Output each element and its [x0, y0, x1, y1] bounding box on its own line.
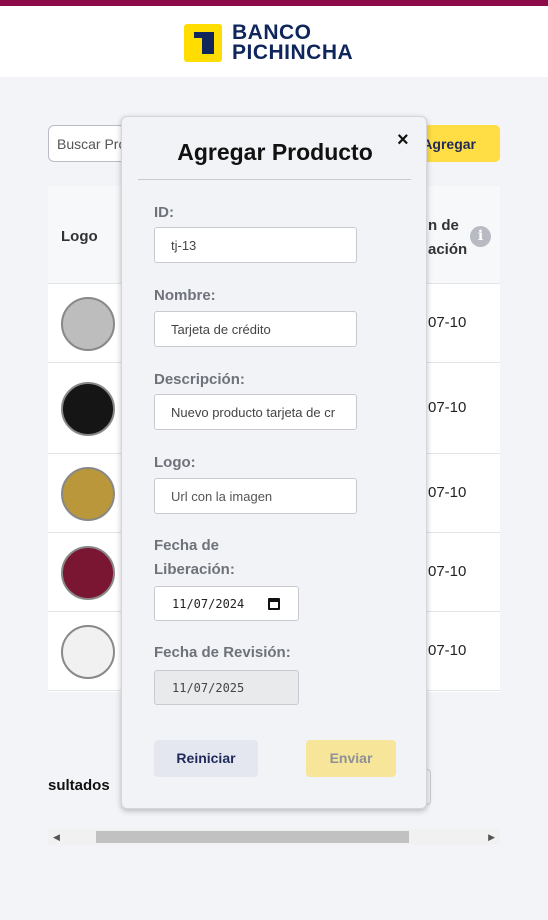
nombre-label: Nombre: [154, 287, 216, 304]
modal-title: Agregar Producto [177, 139, 373, 165]
fecha-liberacion-field[interactable]: 11/07/2024 [154, 586, 299, 621]
horizontal-scrollbar[interactable]: ◀ ▶ [48, 829, 500, 845]
release-date-cell: 07-10 [428, 483, 467, 501]
scroll-right-icon[interactable]: ▶ [488, 832, 495, 843]
header: BANCO PICHINCHA [0, 6, 548, 77]
scrollbar-thumb[interactable] [96, 831, 409, 843]
fecha-revision-field: 11/07/2025 [154, 670, 299, 705]
submit-button[interactable]: Enviar [306, 740, 396, 777]
results-count: sultados [48, 777, 110, 794]
brand-name: BANCO PICHINCHA [232, 21, 354, 64]
fecha-liberacion-value: 11/07/2024 [172, 597, 245, 611]
fecha-liberacion-label-line2: Liberación: [154, 561, 235, 578]
release-date-cell: 07-10 [428, 313, 467, 331]
scroll-left-icon[interactable]: ◀ [53, 832, 60, 843]
calendar-icon[interactable] [268, 598, 280, 610]
product-logo [61, 624, 115, 679]
banco-pichincha-logo-icon [184, 24, 222, 62]
logo-label: Logo: [154, 454, 196, 471]
info-icon[interactable]: i [470, 226, 491, 247]
product-logo [61, 381, 115, 436]
column-header-logo: Logo [61, 228, 98, 245]
release-date-cell: 07-10 [428, 641, 467, 659]
brand-line2: PICHINCHA [232, 41, 354, 64]
brand-logo[interactable]: BANCO PICHINCHA [184, 21, 354, 64]
fecha-liberacion-label: Fecha de Liberación: [154, 534, 235, 582]
release-date-cell: 07-10 [428, 562, 467, 580]
close-icon[interactable]: × [397, 129, 409, 152]
descripcion-field[interactable]: Nuevo producto tarjeta de cr [154, 394, 357, 430]
fecha-revision-value: 11/07/2025 [172, 681, 245, 695]
column-header-fecha: n de ación [428, 214, 467, 262]
release-date-cell: 07-10 [428, 398, 467, 416]
fecha-revision-label: Fecha de Revisión: [154, 644, 291, 661]
add-product-modal: Agregar Producto × ID: tj-13 Nombre: Tar… [121, 116, 427, 809]
nombre-field[interactable]: Tarjeta de crédito [154, 311, 357, 347]
product-logo [61, 296, 115, 351]
reset-button[interactable]: Reiniciar [154, 740, 258, 777]
logo-url-field[interactable]: Url con la imagen [154, 478, 357, 514]
product-logo [61, 466, 115, 521]
brand-line1: BANCO [232, 21, 312, 44]
product-logo [61, 545, 115, 600]
descripcion-label: Descripción: [154, 371, 245, 388]
id-field[interactable]: tj-13 [154, 227, 357, 263]
id-label: ID: [154, 204, 174, 221]
column-header-fecha-line1: n de [428, 217, 459, 234]
modal-divider [138, 179, 411, 180]
fecha-liberacion-label-line1: Fecha de [154, 537, 220, 554]
column-header-fecha-line2: ación [428, 241, 468, 258]
